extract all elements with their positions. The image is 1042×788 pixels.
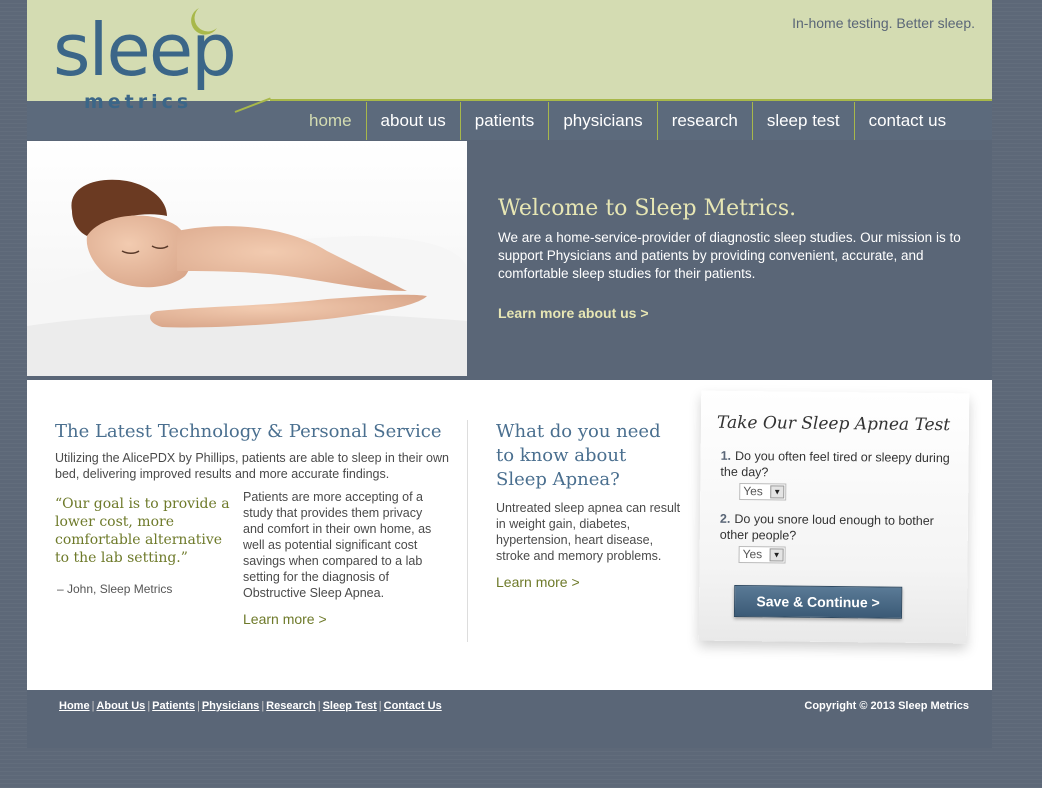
footer: Home | About Us | Patients | Physicians | Resear…	[27, 690, 992, 748]
copyright: Copyright © 2013 Sleep Metrics	[804, 700, 969, 712]
question-1: 1. Do you often feel tired or sleepy duri…	[720, 448, 955, 482]
main-nav: home about us patients physicians resear…	[295, 102, 960, 140]
content: The Latest Technology & Personal Service…	[27, 380, 992, 690]
footer-link-research[interactable]: Research	[266, 700, 316, 712]
footer-links: Home | About Us | Patients | Physicians | Resear…	[59, 700, 442, 712]
hero-image-sleeping-woman	[27, 141, 467, 376]
question-2-text: Do you snore loud enough to bother other…	[719, 511, 934, 543]
hero-text: Welcome to Sleep Metrics. We are a home-…	[498, 196, 968, 323]
nav-sleep-test[interactable]: sleep test	[751, 102, 854, 140]
nav-research[interactable]: research	[656, 102, 752, 140]
footer-link-home[interactable]: Home	[59, 700, 90, 712]
pull-quote: “Our goal is to provide a lower cost, mo…	[55, 496, 230, 566]
sleep-apnea-body: Untreated sleep apnea can result in weig…	[496, 501, 681, 563]
question-2: 2. Do you snore loud enough to bother oth…	[720, 511, 955, 545]
nav-home[interactable]: home	[295, 102, 366, 140]
footer-link-physicians[interactable]: Physicians	[202, 700, 259, 712]
sleep-apnea-section: What do you need to know about Sleep Apn…	[496, 420, 681, 592]
nav-band-lip	[27, 124, 242, 140]
hero-body: We are a home-service-provider of diagno…	[498, 230, 961, 281]
technology-intro: Utilizing the AlicePDX by Phillips, pati…	[55, 451, 449, 481]
technology-section: The Latest Technology & Personal Service…	[55, 420, 455, 627]
question-1-text: Do you often feel tired or sleepy during…	[720, 448, 950, 480]
sleep-apnea-title: What do you need to know about Sleep Apn…	[496, 421, 661, 490]
tagline: In-home testing. Better sleep.	[792, 15, 975, 31]
save-continue-button[interactable]: Save & Continue >	[733, 584, 903, 619]
technology-learn-more-link[interactable]: Learn more >	[243, 611, 327, 627]
hero: Welcome to Sleep Metrics. We are a home-…	[27, 141, 992, 376]
chevron-down-icon: ▼	[770, 485, 785, 499]
test-title: Take Our Sleep Apnea Test	[716, 412, 951, 436]
nav-about-us[interactable]: about us	[365, 102, 460, 140]
page: sleep metrics In-home testing. Better sl…	[27, 0, 992, 748]
footer-link-about-us[interactable]: About Us	[96, 700, 145, 712]
technology-body: Patients are more accepting of a study t…	[243, 490, 432, 600]
logo-subword: metrics	[84, 91, 193, 113]
column-divider	[467, 420, 468, 642]
technology-body-column: Patients are more accepting of a study t…	[243, 489, 443, 629]
technology-title: The Latest Technology & Personal Service	[55, 421, 442, 442]
question-2-value: Yes	[742, 547, 763, 562]
question-1-value: Yes	[743, 484, 763, 499]
quote-attribution: – John, Sleep Metrics	[57, 582, 173, 596]
sleep-apnea-learn-more-link[interactable]: Learn more >	[496, 574, 580, 590]
footer-link-sleep-test[interactable]: Sleep Test	[323, 700, 377, 712]
footer-link-patients[interactable]: Patients	[152, 700, 195, 712]
question-1-number: 1.	[720, 448, 732, 463]
learn-more-about-us-link[interactable]: Learn more about us >	[498, 305, 649, 321]
question-1-select[interactable]: Yes ▼	[739, 483, 787, 501]
logo-word: sleep	[53, 8, 237, 92]
nav-patients[interactable]: patients	[459, 102, 549, 140]
chevron-down-icon: ▼	[769, 548, 784, 562]
nav-contact-us[interactable]: contact us	[853, 102, 961, 140]
footer-link-contact-us[interactable]: Contact Us	[384, 700, 442, 712]
question-2-number: 2.	[719, 511, 731, 526]
hero-title: Welcome to Sleep Metrics.	[498, 196, 797, 221]
question-2-select[interactable]: Yes ▼	[738, 546, 786, 564]
nav-physicians[interactable]: physicians	[548, 102, 656, 140]
logo[interactable]: sleep metrics	[53, 0, 243, 120]
accent-line	[270, 99, 992, 101]
sleep-apnea-test-card: Take Our Sleep Apnea Test 1. Do you often…	[698, 390, 970, 644]
